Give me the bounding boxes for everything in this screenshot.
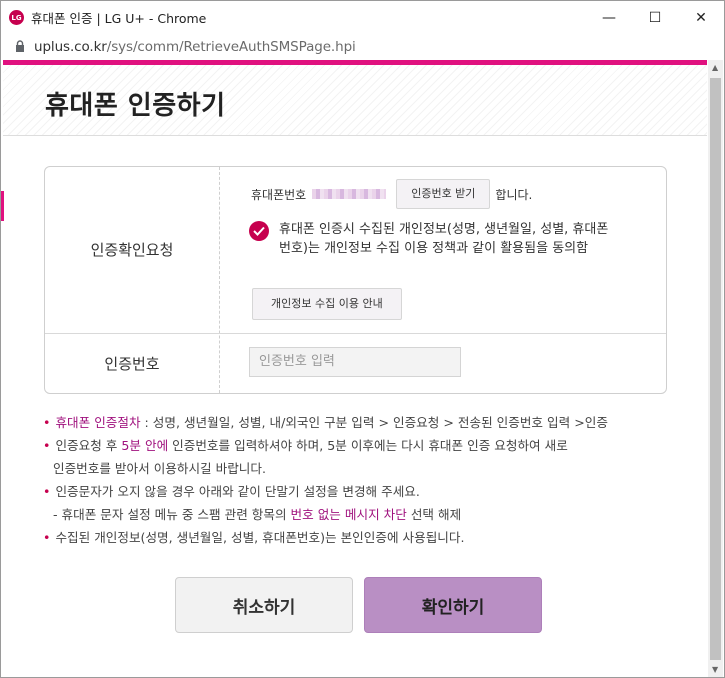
browser-window: LG 휴대폰 인증 | LG U+ - Chrome — ☐ ✕ uplus.c… bbox=[0, 0, 725, 678]
notice-list: • 휴대폰 인증절차 : 성명, 생년월일, 성별, 내/외국인 구분 입력 > … bbox=[43, 411, 663, 549]
auth-code-input[interactable]: 인증번호 입력 bbox=[249, 347, 461, 377]
notice-item: • 수집된 개인정보(성명, 생년월일, 성별, 휴대폰번호)는 본인인증에 사용… bbox=[43, 530, 465, 545]
notice-2-text-b: 인증번호를 입력하셔야 하며, 5분 이후에는 다시 휴대폰 인증 요청하여 새… bbox=[168, 438, 568, 453]
notice-1-highlight: 휴대폰 인증절차 bbox=[55, 415, 141, 430]
notice-2-highlight: 5분 안에 bbox=[121, 438, 169, 453]
notice-item-sub: - 휴대폰 문자 설정 메뉴 중 스팸 관련 항목의 번호 없는 메시지 차단 … bbox=[43, 503, 663, 526]
consent-row: 휴대폰 인증시 수집된 개인정보(성명, 생년월일, 성별, 휴대폰번호)는 개… bbox=[249, 220, 609, 258]
consent-checkbox[interactable] bbox=[249, 221, 269, 241]
scrollbar[interactable]: ▲ ▼ bbox=[708, 60, 723, 677]
address-bar[interactable]: uplus.co.kr/sys/comm/RetrieveAuthSMSPage… bbox=[1, 34, 724, 60]
notice-3-sub-a: - 휴대폰 문자 설정 메뉴 중 스팸 관련 항목의 bbox=[53, 507, 291, 522]
window-title: 휴대폰 인증 | LG U+ - Chrome bbox=[31, 11, 207, 26]
minimize-button[interactable]: — bbox=[586, 1, 632, 34]
notice-3-sub-b: 선택 해제 bbox=[406, 507, 462, 522]
page-header: 휴대폰 인증하기 bbox=[3, 65, 707, 136]
auth-code-label: 인증번호 bbox=[104, 355, 160, 373]
lg-logo-icon: LG bbox=[9, 10, 24, 25]
privacy-info-button[interactable]: 개인정보 수집 이용 안내 bbox=[252, 288, 402, 320]
notice-2-text-a: 인증요청 후 bbox=[55, 438, 122, 453]
close-button[interactable]: ✕ bbox=[678, 1, 724, 34]
notice-4-text: 수집된 개인정보(성명, 생년월일, 성별, 휴대폰번호)는 본인인증에 사용됩… bbox=[55, 530, 465, 545]
url-text[interactable]: uplus.co.kr/sys/comm/RetrieveAuthSMSPage… bbox=[34, 39, 356, 55]
lock-icon[interactable] bbox=[15, 39, 25, 55]
form-divider-horizontal bbox=[45, 333, 666, 334]
notice-item: • 휴대폰 인증절차 : 성명, 생년월일, 성별, 내/외국인 구분 입력 > … bbox=[43, 415, 608, 430]
title-bar: LG 휴대폰 인증 | LG U+ - Chrome — ☐ ✕ bbox=[1, 1, 724, 34]
scroll-up-icon[interactable]: ▲ bbox=[712, 63, 718, 72]
url-path: /sys/comm/RetrieveAuthSMSPage.hpi bbox=[106, 39, 356, 55]
phone-number-masked bbox=[312, 189, 387, 199]
minimize-icon: — bbox=[602, 9, 616, 26]
confirm-button[interactable]: 확인하기 bbox=[364, 577, 542, 633]
checkmark-icon bbox=[253, 226, 265, 236]
form-divider-vertical bbox=[219, 167, 220, 393]
maximize-icon: ☐ bbox=[648, 9, 662, 26]
phone-label: 휴대폰번호 bbox=[251, 187, 307, 202]
window-controls: — ☐ ✕ bbox=[586, 1, 724, 34]
notice-1-text: : 성명, 생년월일, 성별, 내/외국인 구분 입력 > 인증요청 > 전송된… bbox=[140, 415, 608, 430]
page-title: 휴대폰 인증하기 bbox=[45, 91, 226, 121]
notice-3-sub-highlight: 번호 없는 메시지 차단 bbox=[290, 507, 407, 522]
notice-2-text-c: 인증번호를 받아서 이용하시길 바랍니다. bbox=[53, 461, 266, 476]
phone-suffix: 합니다. bbox=[495, 187, 533, 202]
url-host: uplus.co.kr bbox=[34, 39, 107, 55]
close-icon: ✕ bbox=[695, 9, 707, 26]
phone-row: 휴대폰번호 인증번호 받기 합니다. bbox=[251, 179, 532, 209]
lg-logo-text: LG bbox=[11, 13, 22, 22]
notice-item: • 인증요청 후 5분 안에 인증번호를 입력하셔야 하며, 5분 이후에는 다시… bbox=[43, 438, 568, 453]
background-edge bbox=[1, 191, 4, 221]
scrollbar-thumb[interactable] bbox=[710, 78, 721, 660]
scroll-down-icon[interactable]: ▼ bbox=[712, 665, 718, 674]
request-code-button[interactable]: 인증번호 받기 bbox=[396, 179, 491, 209]
cancel-button[interactable]: 취소하기 bbox=[175, 577, 353, 633]
maximize-button[interactable]: ☐ bbox=[632, 1, 678, 34]
notice-3-text: 인증문자가 오지 않을 경우 아래와 같이 단말기 설정을 변경해 주세요. bbox=[55, 484, 420, 499]
auth-form: 인증확인요청 휴대폰번호 인증번호 받기 합니다. 휴대폰 인증시 수집된 개인… bbox=[44, 166, 667, 394]
auth-request-label: 인증확인요청 bbox=[90, 241, 174, 259]
consent-text: 휴대폰 인증시 수집된 개인정보(성명, 생년월일, 성별, 휴대폰번호)는 개… bbox=[279, 222, 609, 256]
notice-item-cont: 인증번호를 받아서 이용하시길 바랍니다. bbox=[43, 457, 663, 480]
notice-item: • 인증문자가 오지 않을 경우 아래와 같이 단말기 설정을 변경해 주세요. bbox=[43, 484, 420, 499]
